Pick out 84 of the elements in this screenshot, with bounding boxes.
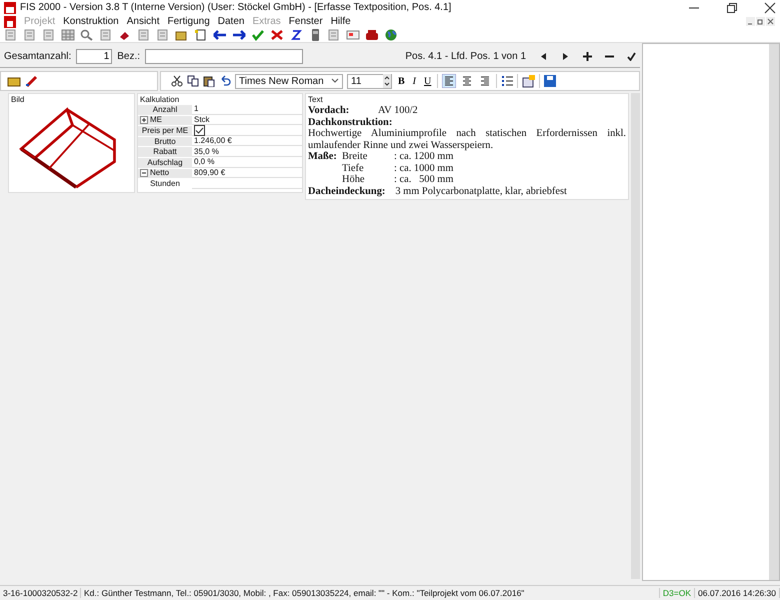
panel-title: Kalkulation — [139, 94, 180, 105]
dimension-value: : ca. 500 mm — [394, 174, 454, 186]
dimension-value: : ca. 1200 mm — [394, 151, 454, 162]
grid-icon[interactable] — [61, 29, 75, 41]
property-value[interactable]: 0,0 % — [194, 158, 214, 166]
property-label: Brutto — [138, 136, 192, 146]
status-text: Kd.: Günther Testmann, Tel.: 05901/3030, Mobil: , Fax: 059013035224, email: "" - Kom.: "Teilprojekt vom 06.07.2016" — [81, 588, 660, 598]
arrow-left-icon[interactable] — [213, 29, 227, 41]
dimension-name: Breite — [342, 151, 368, 162]
doc-icon[interactable] — [194, 29, 208, 41]
checkbox[interactable] — [194, 124, 205, 136]
window-title: FIS 2000 - Version 3.8 T (Interne Version) (User: Stöckel GmbH) - [Erfasse Textposition, Pos. 4.1] — [20, 2, 452, 13]
add-icon[interactable] — [583, 52, 592, 60]
status-text: 3-16-1000320532-2 — [0, 588, 81, 598]
quantity-field[interactable]: 1 — [76, 48, 112, 64]
panel-title: Bild — [10, 94, 26, 105]
menu-item[interactable]: Daten — [218, 16, 244, 27]
previous-icon[interactable] — [539, 52, 548, 60]
menu-item[interactable]: Konstruktion — [63, 16, 119, 27]
cut-icon[interactable] — [171, 75, 183, 87]
font-size-field[interactable]: 11 — [347, 74, 392, 88]
text-label: Vordach: — [308, 105, 350, 116]
mdi-window-controls-icon[interactable] — [746, 16, 776, 26]
check-icon[interactable] — [251, 29, 265, 41]
status-text: D3=OK — [660, 588, 695, 598]
property-label: Rabatt — [138, 147, 192, 157]
close-icon[interactable] — [764, 2, 776, 14]
menu-item[interactable]: Ansicht — [126, 16, 160, 27]
property-label: Anzahl — [138, 105, 192, 115]
text-value: 3 mm Polycarbonatplatte, klar, abriebfest — [395, 186, 567, 197]
property-value[interactable]: 809,90 € — [194, 168, 226, 177]
property-label: Netto — [138, 168, 192, 178]
bullet-list-icon[interactable] — [501, 75, 514, 87]
name-field[interactable] — [145, 48, 304, 64]
confirm-icon[interactable] — [627, 52, 636, 60]
expander-icon[interactable] — [140, 169, 148, 178]
name-label: Bez.: — [117, 50, 140, 62]
property-value[interactable]: 1.246,00 € — [194, 137, 232, 146]
paste-icon[interactable] — [203, 75, 215, 87]
property-label: Aufschlag — [138, 158, 192, 168]
cross-icon[interactable] — [270, 29, 284, 41]
z-icon[interactable] — [289, 29, 303, 41]
property-value[interactable]: 35,0 % — [194, 148, 219, 156]
folder-icon[interactable] — [7, 75, 21, 87]
status-text: 06.07.2016 14:26:30 — [695, 588, 780, 598]
text-paragraph: Hochwertige Aluminiumprofile nach statischen Erfordernissen inkl. umlaufender Rinne und zwei Wasserspeiern. — [308, 128, 626, 151]
bold-button[interactable]: B — [396, 76, 407, 86]
text-editor[interactable] — [305, 93, 629, 200]
restore-icon[interactable] — [726, 2, 738, 14]
save-icon[interactable] — [544, 75, 556, 87]
telephone-icon[interactable] — [365, 29, 379, 41]
menu-item[interactable]: Hilfe — [330, 16, 351, 27]
underline-button[interactable]: U — [422, 76, 434, 86]
next-icon[interactable] — [561, 52, 570, 60]
align-left-icon[interactable] — [442, 74, 456, 88]
panel-title: Text — [308, 94, 324, 105]
dimension-value: : ca. 1000 mm — [394, 162, 454, 174]
text-label: Dacheindeckung: — [308, 186, 386, 197]
quantity-label: Gesamtanzahl: — [4, 50, 72, 62]
property-label: ME — [138, 116, 192, 126]
undo-icon[interactable] — [219, 75, 231, 87]
window-settings-icon[interactable] — [522, 74, 536, 88]
text-heading: Dachkonstruktion: — [308, 116, 392, 128]
property-value[interactable]: Stck — [194, 116, 210, 124]
spinner-icon[interactable] — [383, 74, 391, 88]
expander-icon[interactable] — [140, 116, 148, 124]
dimension-name: Tiefe — [342, 162, 365, 174]
text-label: Maße: — [308, 151, 337, 162]
pencil-icon[interactable] — [25, 75, 39, 87]
folder-icon[interactable] — [175, 29, 189, 41]
menu-item[interactable]: Fertigung — [168, 16, 210, 27]
font-select[interactable]: Times New Roman — [235, 74, 343, 88]
property-value[interactable]: 1 — [194, 105, 198, 114]
caret-icon — [331, 78, 339, 84]
card-icon[interactable] — [346, 29, 360, 41]
menu-item[interactable]: Fenster — [288, 16, 323, 27]
dimension-name: Höhe — [342, 174, 366, 186]
magnifier-icon[interactable] — [80, 29, 94, 41]
text-value: AV 100/2 — [378, 105, 418, 116]
italic-button[interactable]: I — [410, 76, 418, 86]
arrow-right-icon[interactable] — [232, 29, 246, 41]
position-label: Pos. 4.1 - Lfd. Pos. 1 von 1 — [405, 50, 526, 62]
globe-icon[interactable] — [384, 29, 398, 41]
property-label: Preis per ME — [138, 126, 192, 136]
